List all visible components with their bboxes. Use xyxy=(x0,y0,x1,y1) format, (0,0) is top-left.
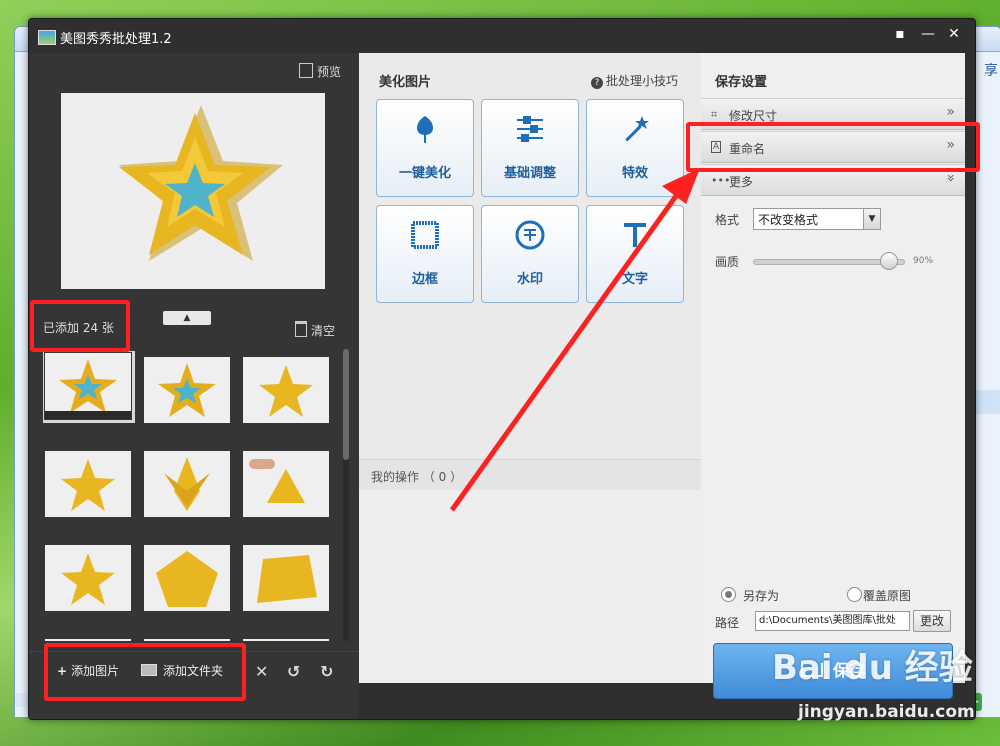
baidu-watermark-logo: Bai du 经验 xyxy=(772,648,973,688)
annotation-arrow xyxy=(449,168,700,512)
baidu-watermark-url: jingyan.baidu.com xyxy=(798,702,975,722)
annotation-arrow-line xyxy=(449,194,679,512)
annotation-arrow-head xyxy=(662,168,700,204)
